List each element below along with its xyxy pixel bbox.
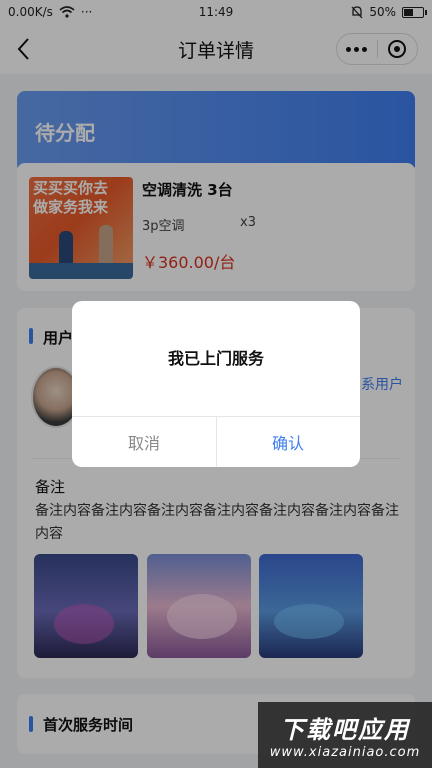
site-watermark: 下载吧应用 www.xiazainiao.com (258, 702, 432, 768)
dialog-message: 我已上门服务 (167, 349, 264, 368)
watermark-url: www.xiazainiao.com (269, 745, 421, 760)
confirm-dialog: 我已上门服务 取消 确认 (72, 301, 360, 467)
cancel-button[interactable]: 取消 (72, 416, 216, 467)
confirm-button[interactable]: 确认 (216, 416, 360, 467)
watermark-title: 下载吧应用 (280, 716, 410, 744)
